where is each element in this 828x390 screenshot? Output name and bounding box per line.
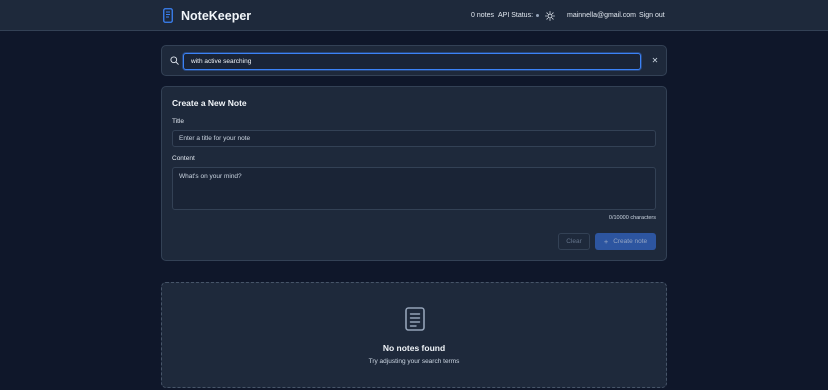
api-status-label: API Status: — [498, 12, 534, 19]
search-bar: ✕ — [161, 45, 667, 76]
title-label: Title — [172, 118, 185, 125]
create-note-form: Create a New Note Title Content 0/10000 … — [161, 86, 667, 261]
title-input[interactable] — [172, 130, 656, 147]
user-email: mainnella@gmail.com — [567, 12, 636, 19]
clear-search-icon[interactable]: ✕ — [650, 55, 660, 67]
empty-state: No notes found Try adjusting your search… — [161, 282, 667, 388]
document-icon — [405, 307, 425, 331]
create-note-button[interactable]: + Create note — [595, 233, 656, 250]
search-icon — [170, 56, 179, 65]
content-label: Content — [172, 155, 195, 162]
content-textarea[interactable] — [172, 167, 656, 210]
notes-count: 0 notes — [471, 12, 494, 19]
brand[interactable]: NoteKeeper — [163, 8, 251, 23]
plus-icon: + — [603, 237, 609, 246]
clear-button[interactable]: Clear — [558, 233, 590, 250]
create-note-heading: Create a New Note — [172, 98, 247, 108]
search-input[interactable] — [183, 53, 641, 70]
empty-state-title: No notes found — [382, 343, 446, 353]
theme-toggle-button[interactable] — [545, 0, 555, 31]
api-status: API Status: — [498, 0, 540, 31]
notebook-icon — [163, 8, 173, 23]
sun-icon — [545, 10, 555, 21]
app-title: NoteKeeper — [181, 8, 252, 23]
create-note-label: Create note — [613, 238, 648, 245]
sign-out-button[interactable]: Sign out — [639, 0, 665, 31]
empty-state-subtitle: Try adjusting your search terms — [368, 358, 460, 365]
api-status-indicator — [536, 14, 540, 17]
character-count: 0/10000 characters — [608, 215, 656, 221]
top-nav: NoteKeeper 0 notes API Status: mainnella… — [0, 0, 828, 31]
